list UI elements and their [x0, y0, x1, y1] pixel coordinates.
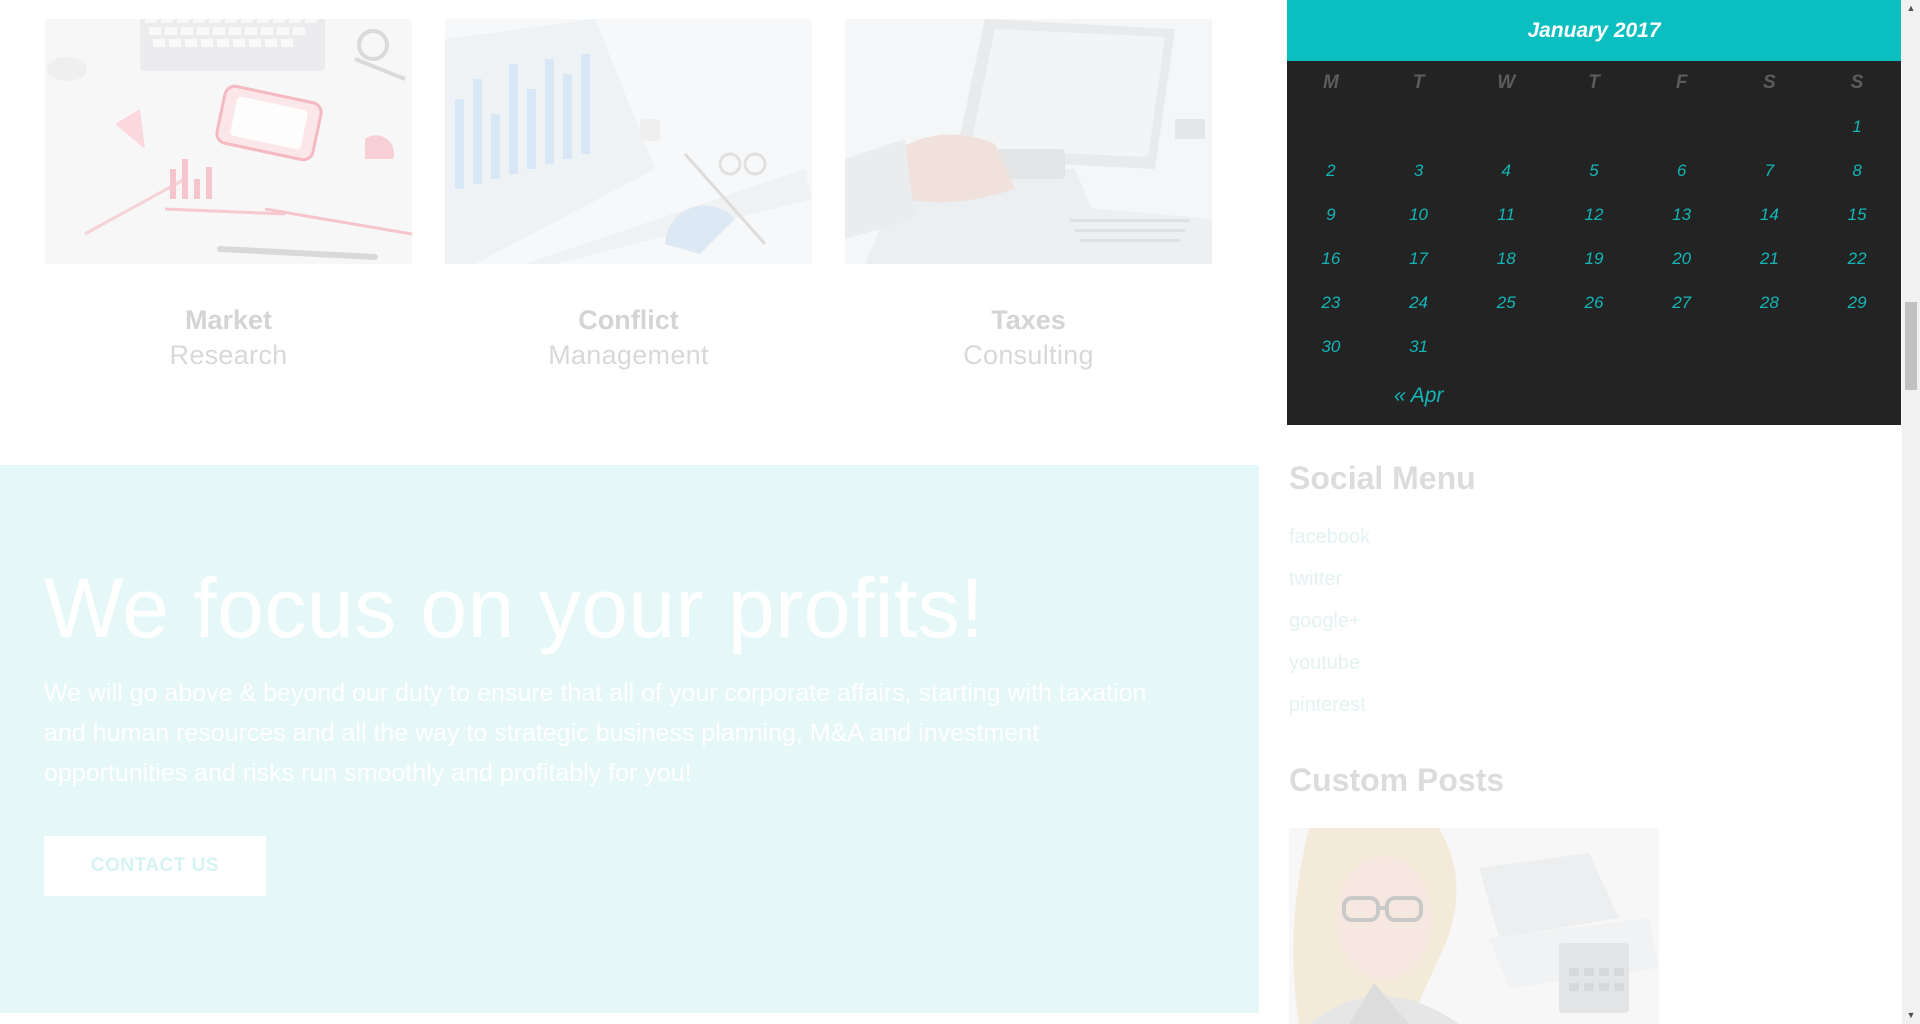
- calculator-illustration: [845, 19, 1212, 264]
- weekday-label: F: [1675, 72, 1688, 93]
- custom-post-image[interactable]: [1289, 828, 1659, 1024]
- custom-posts-title: Custom Posts: [1289, 762, 1505, 798]
- calendar-caption: January 2017: [1287, 0, 1901, 61]
- calendar-day: 3: [1413, 161, 1424, 180]
- calendar-week-row: 16 17 18 19 20 21 22: [1287, 237, 1901, 281]
- calendar-day: 21: [1759, 249, 1779, 268]
- calendar-day: 19: [1584, 249, 1604, 268]
- calendar-day: 23: [1321, 293, 1341, 312]
- calendar-day: 31: [1409, 337, 1429, 356]
- calendar-week-row: 1: [1287, 105, 1901, 149]
- businesswoman-illustration: [1289, 828, 1659, 1024]
- calendar-day: 1: [1852, 117, 1862, 136]
- calendar-day: 4: [1501, 161, 1511, 180]
- calendar-day: 27: [1672, 293, 1692, 312]
- scroll-up-arrow-icon[interactable]: ▲: [1902, 0, 1920, 17]
- calendar-widget: January 2017 M T W T F S S 1 2 3 4 5 6 7 8 9 10 11…: [1287, 0, 1901, 425]
- service-title[interactable]: Taxes: [845, 305, 1212, 336]
- calendar-day: 6: [1676, 161, 1687, 180]
- social-link-youtube[interactable]: youtube: [1289, 652, 1370, 694]
- calendar-day: 16: [1321, 249, 1341, 268]
- calendar-day: 2: [1326, 161, 1336, 180]
- hero-body: We will go above & beyond our duty to en…: [44, 679, 1147, 787]
- scrollbar-thumb[interactable]: [1905, 302, 1917, 390]
- calendar-day: 25: [1496, 293, 1516, 312]
- service-image-calculator[interactable]: [845, 19, 1212, 264]
- social-link-pinterest[interactable]: pinterest: [1289, 694, 1370, 736]
- service-image-office-desk[interactable]: [45, 19, 412, 264]
- service-subtitle: Research: [169, 340, 288, 370]
- calendar-day: 13: [1672, 205, 1692, 224]
- page-scrollbar[interactable]: ▲ ▼: [1902, 0, 1920, 1024]
- weekday-label: S: [1763, 72, 1776, 93]
- service-image-charts[interactable]: [445, 19, 812, 264]
- service-subtitle: Consulting: [963, 340, 1094, 370]
- calendar-day: 5: [1589, 161, 1599, 180]
- calendar-day: 17: [1409, 249, 1429, 268]
- calendar-weekday-header: M T W T F S S: [1287, 61, 1901, 105]
- calendar-day: 12: [1584, 205, 1604, 224]
- contact-us-button[interactable]: CONTACT US: [44, 836, 266, 896]
- calendar-week-row: 23 24 25 26 27 28 29: [1287, 281, 1901, 325]
- social-menu-list: facebook twitter google+ youtube pintere…: [1289, 526, 1370, 736]
- calendar-grid: 1 2 3 4 5 6 7 8 9 10 11 12 13 14 15 16 17 18 19 20 21 22 23 24 2…: [1287, 105, 1901, 369]
- social-link-facebook[interactable]: facebook: [1289, 526, 1370, 568]
- calendar-day: 30: [1321, 337, 1341, 356]
- calendar-day: 18: [1496, 249, 1516, 268]
- weekday-label: W: [1497, 72, 1516, 93]
- service-title[interactable]: Conflict: [445, 305, 812, 336]
- calendar-day: 22: [1847, 249, 1867, 268]
- calendar-day: 10: [1409, 205, 1429, 224]
- calendar-day: 29: [1847, 293, 1867, 312]
- calendar-day: 24: [1409, 293, 1429, 312]
- social-link-twitter[interactable]: twitter: [1289, 568, 1370, 610]
- social-menu-title: Social Menu: [1289, 460, 1476, 496]
- charts-illustration: [445, 19, 812, 264]
- calendar-day: 7: [1764, 161, 1775, 180]
- service-title[interactable]: Market: [45, 305, 412, 336]
- weekday-label: M: [1322, 72, 1339, 93]
- office-desk-illustration: [45, 19, 412, 264]
- weekday-label: T: [1412, 72, 1425, 93]
- service-subtitle: Management: [548, 340, 709, 370]
- weekday-label: T: [1588, 72, 1600, 93]
- calendar-week-row: 9 10 11 12 13 14 15: [1287, 193, 1901, 237]
- calendar-day: 8: [1852, 161, 1862, 180]
- calendar-day: 28: [1759, 293, 1779, 312]
- scroll-down-arrow-icon[interactable]: ▼: [1902, 1007, 1920, 1024]
- calendar-week-row: 30 31: [1287, 325, 1901, 369]
- calendar-week-row: 2 3 4 5 6 7 8: [1287, 149, 1901, 193]
- calendar-day: 14: [1759, 205, 1779, 224]
- calendar-day: 15: [1847, 205, 1867, 224]
- hero-section: We focus on your profits! We will go abo…: [0, 465, 1259, 1013]
- calendar-day: 9: [1326, 205, 1336, 224]
- services-section: Market Research Conflict Management Taxe…: [0, 0, 1258, 465]
- social-link-google-plus[interactable]: google+: [1289, 610, 1370, 652]
- calendar-prev-month-link[interactable]: « Apr: [1394, 384, 1443, 408]
- hero-heading: We focus on your profits!: [44, 561, 985, 655]
- calendar-day: 11: [1497, 205, 1516, 224]
- weekday-label: S: [1850, 72, 1864, 93]
- calendar-day: 20: [1672, 249, 1692, 268]
- calendar-day: 26: [1584, 293, 1604, 312]
